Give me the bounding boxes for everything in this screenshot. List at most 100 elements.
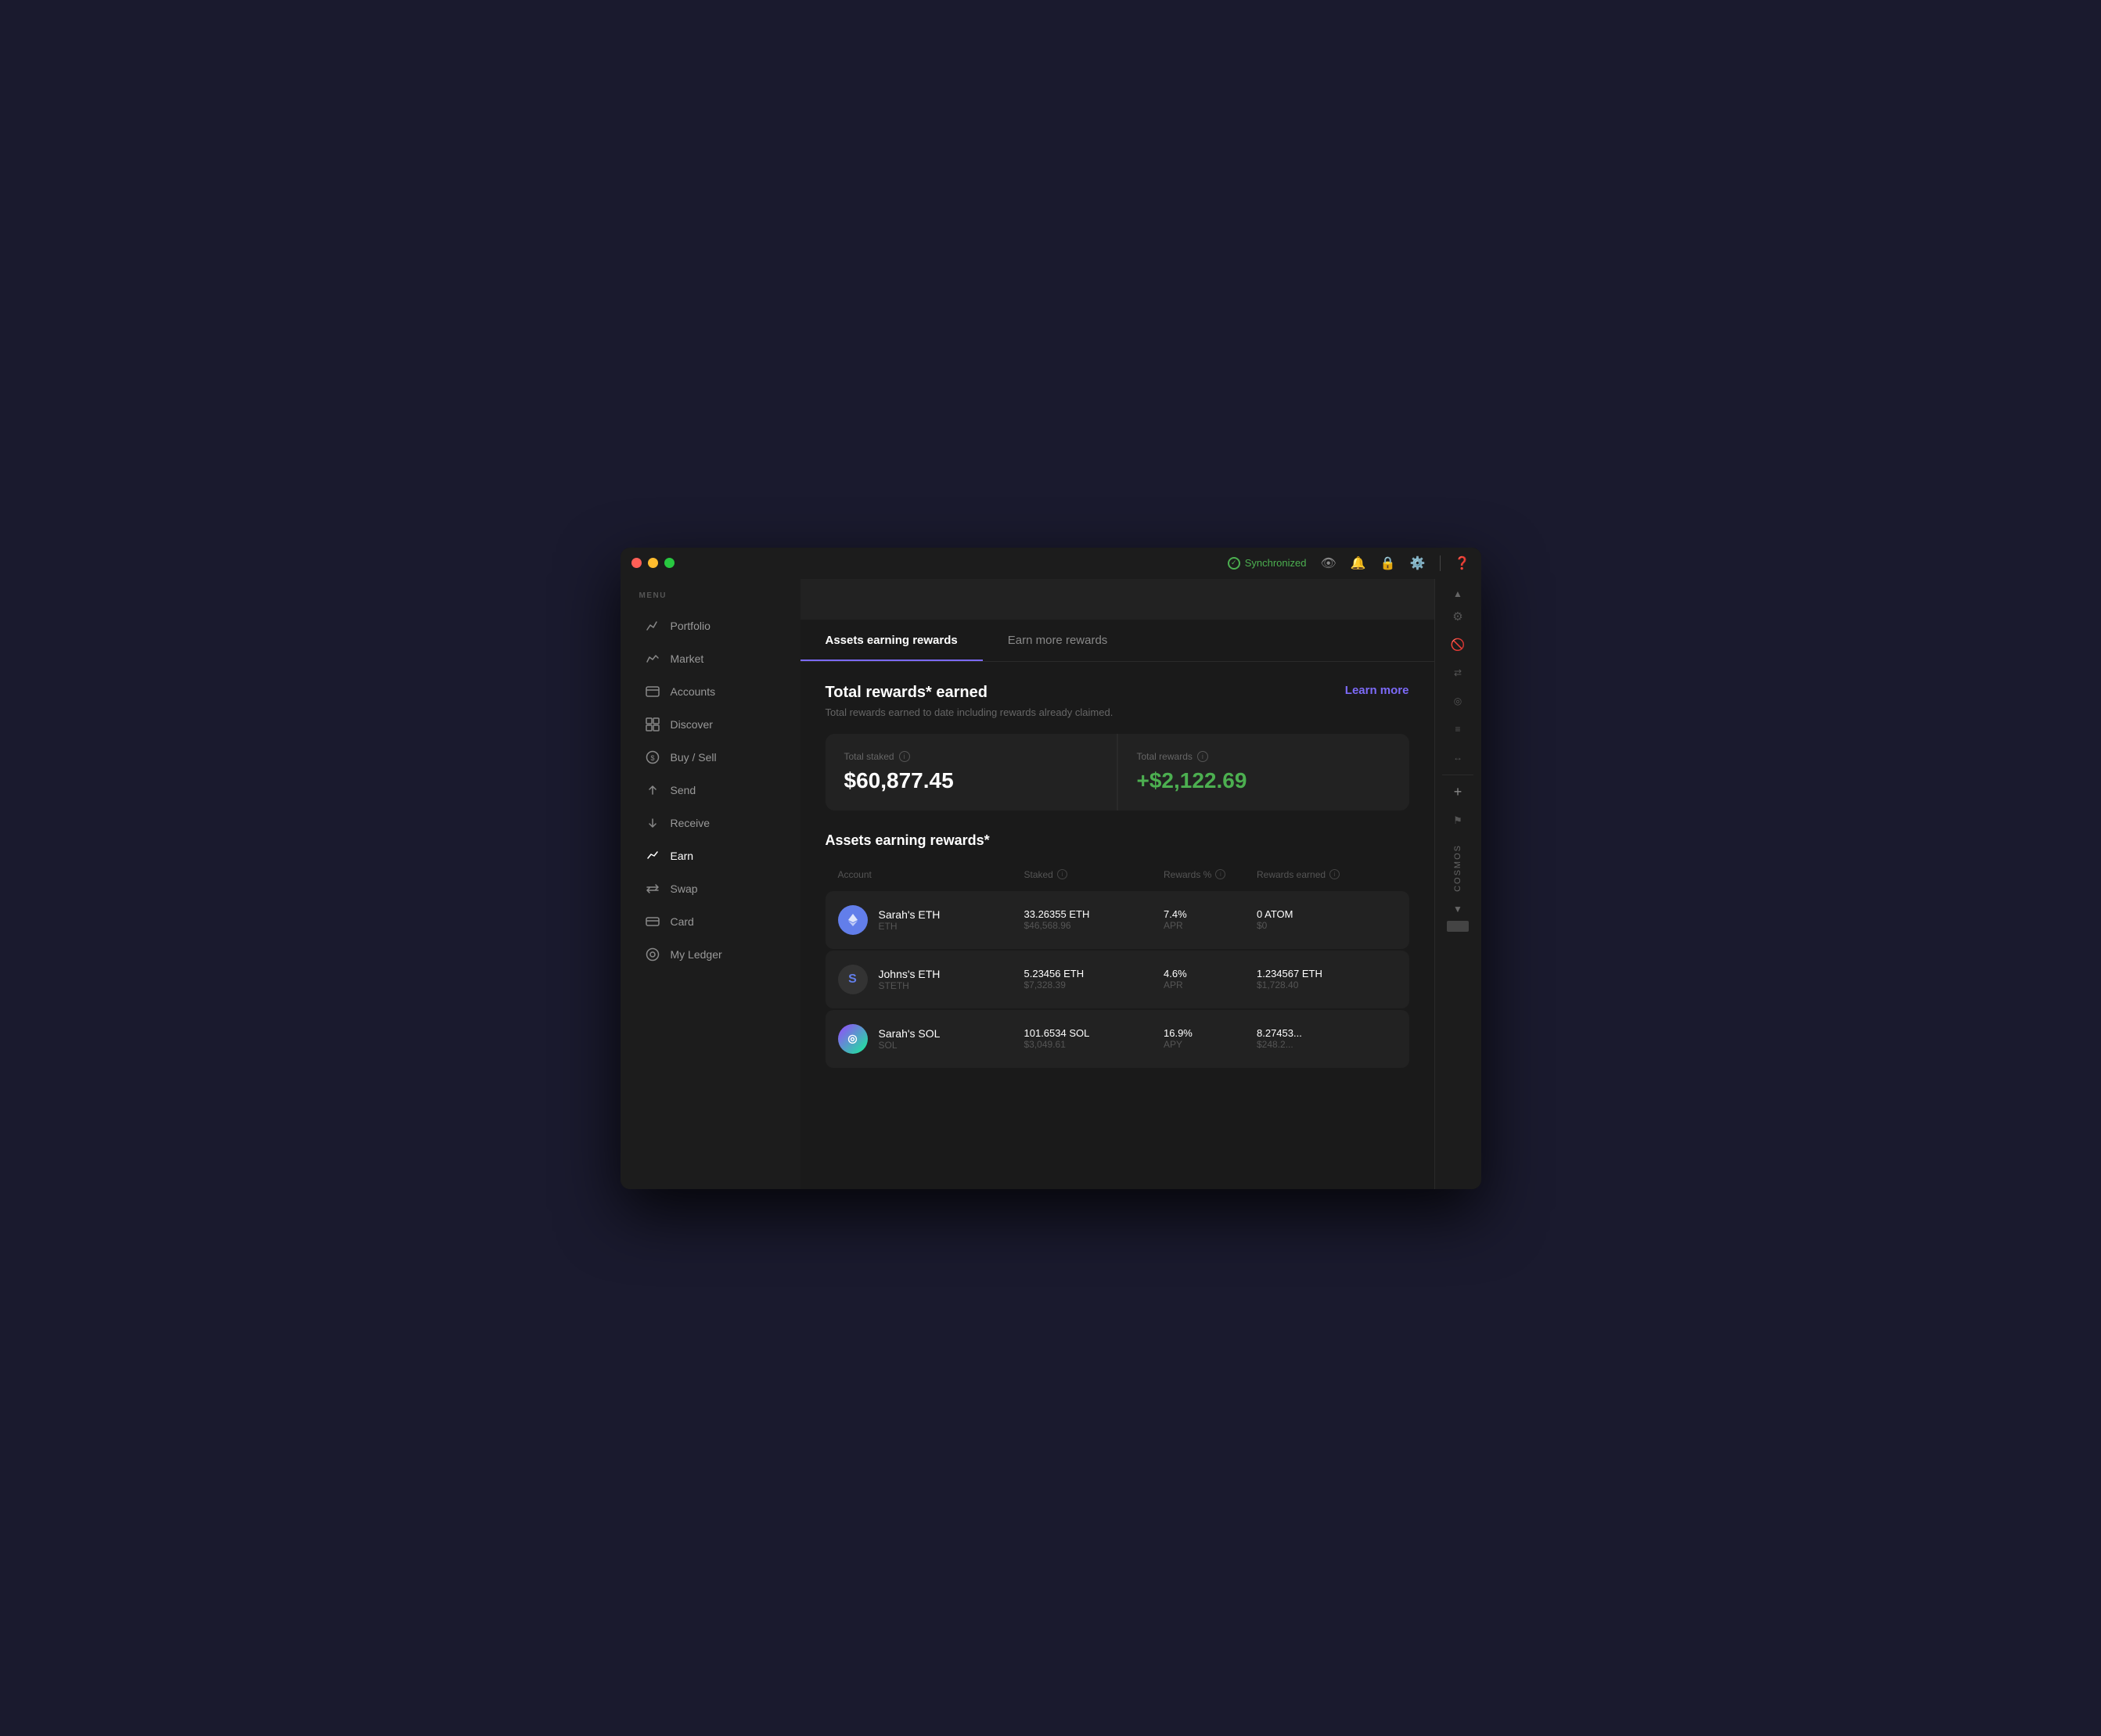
- earned-secondary-johns-eth: $1,728.40: [1257, 979, 1397, 990]
- eth-icon: [838, 905, 868, 935]
- sidebar-item-card[interactable]: Card: [627, 905, 794, 938]
- learn-more-button[interactable]: Learn more: [1345, 684, 1409, 697]
- flag-icon[interactable]: ⚑: [1445, 808, 1470, 833]
- stat-rewards-value: +$2,122.69: [1137, 768, 1390, 793]
- cosmos-label: Cosmos: [1453, 844, 1462, 892]
- rewards-title-group: Total rewards* earned Total rewards earn…: [826, 684, 1113, 718]
- receive-icon: [646, 816, 660, 830]
- lock-icon[interactable]: 🔒: [1380, 555, 1396, 571]
- asset-ticker-sarahs-sol: SOL: [879, 1040, 941, 1051]
- bell-icon[interactable]: 🔔: [1351, 555, 1366, 571]
- battery-icon: [1447, 921, 1469, 932]
- steth-icon: S: [838, 965, 868, 994]
- asset-earned-johns-eth: 1.234567 ETH $1,728.40: [1257, 968, 1397, 990]
- shuffle-icon[interactable]: ⇄: [1445, 660, 1470, 685]
- stat-card-staked: Total staked i $60,877.45: [826, 734, 1117, 810]
- asset-ticker-johns-eth: STETH: [879, 980, 941, 991]
- sidebar: MENU Portfolio Market: [621, 579, 800, 1189]
- reward-type-sarahs-sol: APY: [1164, 1039, 1257, 1050]
- rewards-subtitle: Total rewards earned to date including r…: [826, 706, 1113, 718]
- coins-icon[interactable]: ◎: [1445, 688, 1470, 713]
- col-rewards-earned: Rewards earned i: [1257, 869, 1397, 880]
- staked-secondary-johns-eth: $7,328.39: [1024, 979, 1164, 990]
- buy-sell-icon: $: [646, 750, 660, 764]
- earned-secondary-sarahs-eth: $0: [1257, 920, 1397, 931]
- discover-icon: [646, 717, 660, 731]
- menu-label: MENU: [621, 591, 800, 609]
- staked-secondary-sarahs-sol: $3,049.61: [1024, 1039, 1164, 1050]
- asset-staked-sarahs-eth: 33.26355 ETH $46,568.96: [1024, 908, 1164, 931]
- app-body: MENU Portfolio Market: [621, 579, 1481, 1189]
- asset-reward-pct-sarahs-sol: 16.9% APY: [1164, 1027, 1257, 1050]
- col-rewards-pct: Rewards % i: [1164, 869, 1257, 880]
- chevron-down-icon[interactable]: ▼: [1453, 904, 1462, 915]
- asset-row-sarahs-eth[interactable]: Sarah's ETH ETH 33.26355 ETH $46,568.96 …: [826, 891, 1409, 949]
- sidebar-item-swap[interactable]: Swap: [627, 872, 794, 905]
- no-entry-icon[interactable]: 🚫: [1445, 632, 1470, 657]
- sidebar-label-earn: Earn: [671, 850, 694, 862]
- stat-staked-label: Total staked i: [844, 751, 1098, 762]
- asset-name-sarahs-sol: Sarah's SOL: [879, 1027, 941, 1040]
- content-area: Total rewards* earned Total rewards earn…: [800, 662, 1434, 1189]
- earn-icon: [646, 849, 660, 863]
- sidebar-item-earn[interactable]: Earn: [627, 839, 794, 872]
- chevron-up-icon[interactable]: ▲: [1453, 588, 1462, 599]
- minimize-button[interactable]: [648, 558, 658, 568]
- earned-primary-johns-eth: 1.234567 ETH: [1257, 968, 1397, 979]
- help-icon[interactable]: ❓: [1455, 555, 1470, 571]
- arrows-icon[interactable]: ↔: [1445, 745, 1470, 770]
- asset-staked-johns-eth: 5.23456 ETH $7,328.39: [1024, 968, 1164, 990]
- svg-text:$: $: [650, 754, 654, 762]
- send-icon: [646, 783, 660, 797]
- sidebar-item-market[interactable]: Market: [627, 642, 794, 675]
- reward-pct-johns-eth: 4.6%: [1164, 968, 1257, 979]
- sidebar-item-portfolio[interactable]: Portfolio: [627, 609, 794, 642]
- sol-icon: ◎: [838, 1024, 868, 1054]
- card-icon: [646, 915, 660, 929]
- asset-name-sarahs-eth: Sarah's ETH: [879, 908, 941, 921]
- asset-info-johns-eth: S Johns's ETH STETH: [838, 965, 1024, 994]
- staked-primary-sarahs-sol: 101.6534 SOL: [1024, 1027, 1164, 1039]
- sidebar-item-discover[interactable]: Discover: [627, 708, 794, 741]
- sidebar-item-send[interactable]: Send: [627, 774, 794, 807]
- col-staked-info-icon: i: [1057, 869, 1067, 879]
- close-button[interactable]: [631, 558, 642, 568]
- col-staked: Staked i: [1024, 869, 1164, 880]
- earned-secondary-sarahs-sol: $248.2...: [1257, 1039, 1397, 1050]
- staked-primary-sarahs-eth: 33.26355 ETH: [1024, 908, 1164, 920]
- plus-icon[interactable]: +: [1445, 780, 1470, 805]
- asset-row-johns-eth[interactable]: S Johns's ETH STETH 5.23456 ETH $7,328.3…: [826, 951, 1409, 1008]
- reward-pct-sarahs-sol: 16.9%: [1164, 1027, 1257, 1039]
- title-bar-right: ✓ Synchronized 👁 🔔 🔒 ⚙️ ❓: [1228, 555, 1470, 571]
- tab-earn-more[interactable]: Earn more rewards: [983, 620, 1133, 661]
- asset-info-sarahs-sol: ◎ Sarah's SOL SOL: [838, 1024, 1024, 1054]
- menu-dots-icon[interactable]: ≡: [1445, 717, 1470, 742]
- sync-indicator: ✓ Synchronized: [1228, 557, 1307, 570]
- settings-gear-icon[interactable]: ⚙: [1445, 604, 1470, 629]
- maximize-button[interactable]: [664, 558, 675, 568]
- staked-secondary-sarahs-eth: $46,568.96: [1024, 920, 1164, 931]
- eye-icon[interactable]: 👁: [1321, 555, 1337, 571]
- tab-assets-earning[interactable]: Assets earning rewards: [800, 620, 983, 661]
- asset-name-group-sarahs-sol: Sarah's SOL SOL: [879, 1027, 941, 1051]
- main-content: Assets earning rewards Earn more rewards…: [800, 579, 1434, 1189]
- sidebar-item-accounts[interactable]: Accounts: [627, 675, 794, 708]
- stat-staked-value: $60,877.45: [844, 768, 1098, 793]
- top-bar: [800, 579, 1434, 620]
- col-rewards-pct-info-icon: i: [1215, 869, 1225, 879]
- asset-staked-sarahs-sol: 101.6534 SOL $3,049.61: [1024, 1027, 1164, 1050]
- asset-name-johns-eth: Johns's ETH: [879, 968, 941, 980]
- divider: [1440, 555, 1441, 571]
- right-panel: ▲ ⚙ 🚫 ⇄ ◎ ≡ ↔ + ⚑ Cosmos ▼: [1434, 579, 1481, 1189]
- my-ledger-icon: [646, 947, 660, 961]
- sidebar-item-my-ledger[interactable]: My Ledger: [627, 938, 794, 971]
- asset-row-sarahs-sol[interactable]: ◎ Sarah's SOL SOL 101.6534 SOL $3,049.61…: [826, 1010, 1409, 1068]
- settings-icon[interactable]: ⚙️: [1410, 555, 1426, 571]
- stats-cards: Total staked i $60,877.45 Total rewards …: [826, 734, 1409, 810]
- sidebar-item-buy-sell[interactable]: $ Buy / Sell: [627, 741, 794, 774]
- sync-icon: ✓: [1228, 557, 1240, 570]
- asset-reward-pct-sarahs-eth: 7.4% APR: [1164, 908, 1257, 931]
- sidebar-label-swap: Swap: [671, 882, 698, 895]
- stat-staked-info-icon: i: [899, 751, 910, 762]
- sidebar-item-receive[interactable]: Receive: [627, 807, 794, 839]
